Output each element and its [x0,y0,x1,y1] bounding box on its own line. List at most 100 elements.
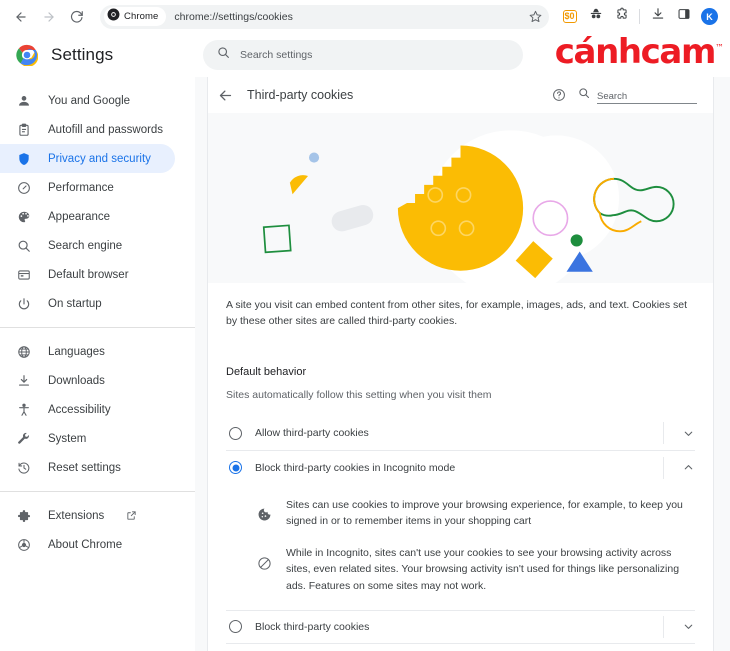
option-allow-third-party-cookies[interactable]: Allow third-party cookies [226,417,695,451]
sidebar-item-appearance[interactable]: Appearance [0,202,175,231]
sidebar-item-label: Search engine [48,239,123,252]
option-block-third-party-cookies-incognito[interactable]: Block third-party cookies in Incognito m… [226,451,695,485]
sidebar-item-accessibility[interactable]: Accessibility [0,395,175,424]
sidebar-item-label: Reset settings [48,461,121,474]
bookmark-star-icon[interactable] [525,7,545,27]
settings-header: Settings Search settings cánhcam™ [0,33,730,77]
magnifier-icon [16,238,32,254]
open-in-new-icon[interactable] [126,510,137,521]
sidebar-item-downloads[interactable]: Downloads [0,366,175,395]
radio-button[interactable] [229,461,242,475]
header-actions: Search [552,86,697,104]
detail-row-cookies: Sites can use cookies to improve your br… [256,489,695,538]
sidebar-item-label: On startup [48,297,102,310]
page-body: A site you visit can embed content from … [208,283,713,651]
download-icon [651,7,665,26]
avatar: K [701,8,718,25]
sidebar-item-on-startup[interactable]: On startup [0,289,175,318]
downloads-button[interactable] [645,4,670,29]
chrome-origin-chip[interactable]: Chrome [104,7,167,26]
incognito-icon [589,7,603,26]
money-extension-button[interactable]: $0 [557,4,582,29]
detail-text: Sites can use cookies to improve your br… [286,498,683,527]
search-icon [578,86,590,104]
chevron-up-icon[interactable] [663,456,695,479]
page-header: Third-party cookies Search [208,77,713,113]
cookie-illustration-svg [208,113,713,283]
cookie-illustration [208,113,713,283]
browser-toolbar: Chrome chrome://settings/cookies $0 K [0,0,730,33]
sidebar-item-label: You and Google [48,94,131,107]
sidebar-item-label: Performance [48,181,114,194]
sidebar-item-label: About Chrome [48,538,123,551]
sidebar-item-you-and-google[interactable]: You and Google [0,86,175,115]
incognito-button[interactable] [583,4,608,29]
option-label: Allow third-party cookies [255,427,369,440]
sidebar-item-label: Extensions [48,509,105,522]
sidebar-item-privacy-and-security[interactable]: Privacy and security [0,144,175,173]
settings-card: Third-party cookies Search A site you vi… [207,77,714,651]
sidebar-item-search-engine[interactable]: Search engine [0,231,175,260]
sidebar-item-about-chrome[interactable]: About Chrome [0,530,175,559]
watermark-tm: ™ [715,43,724,54]
address-bar[interactable]: Chrome chrome://settings/cookies [100,4,549,29]
sidebar-item-label: Default browser [48,268,129,281]
main-content: Third-party cookies Search A site you vi… [195,77,730,651]
option-label: Block third-party cookies in Incognito m… [255,461,456,474]
search-settings-input[interactable]: Search settings [203,40,523,70]
puzzle-piece-icon [615,7,629,26]
window-icon [16,267,32,283]
chrome-chip-label: Chrome [124,11,159,22]
search-settings-placeholder: Search settings [240,49,313,61]
reload-button[interactable] [64,4,90,30]
back-button[interactable] [8,4,34,30]
back-arrow-icon[interactable] [218,88,233,103]
extensions-button[interactable] [609,4,634,29]
option-details: Sites can use cookies to improve your br… [226,485,695,610]
default-behavior-subtitle: Sites automatically follow this setting … [226,388,492,401]
option-block-third-party-cookies[interactable]: Block third-party cookies [226,609,695,644]
palette-icon [16,209,32,225]
sidebar-item-reset-settings[interactable]: Reset settings [0,453,175,482]
forward-arrow-icon [42,10,56,24]
sidebar-item-extensions[interactable]: Extensions [0,501,175,530]
sidebar-item-performance[interactable]: Performance [0,173,175,202]
profile-button[interactable]: K [697,4,722,29]
sidebar-item-autofill-and-passwords[interactable]: Autofill and passwords [0,115,175,144]
radio-button[interactable] [229,426,242,440]
sidebar-item-label: Appearance [48,210,111,223]
wrench-icon [16,431,32,447]
chrome-logo-icon [107,8,120,26]
chevron-down-icon[interactable] [663,422,695,445]
page-search[interactable]: Search [578,86,697,104]
power-icon [16,296,32,312]
option-label: Block third-party cookies [255,620,370,633]
sidebar-divider [0,327,195,328]
sidebar-item-label: System [48,432,87,445]
sidebar-item-languages[interactable]: Languages [0,337,175,366]
shield-icon [16,151,32,167]
page-title: Settings [51,45,114,64]
side-panel-button[interactable] [671,4,696,29]
sidebar: You and Google Autofill and passwords Pr… [0,77,195,651]
search-icon [217,46,230,64]
intro-text: A site you visit can embed content from … [226,299,688,328]
sidebar-item-label: Accessibility [48,403,111,416]
sidebar-item-label: Languages [48,345,105,358]
money-extension-icon: $0 [562,10,577,23]
block-circle-icon [256,555,272,571]
radio-button[interactable] [229,620,242,634]
accessibility-icon [16,402,32,418]
sidebar-item-label: Privacy and security [48,152,151,165]
page-heading: Third-party cookies [247,88,354,102]
sidebar-item-system[interactable]: System [0,424,175,453]
page-search-input[interactable]: Search [597,91,697,104]
sidebar-item-default-browser[interactable]: Default browser [0,260,175,289]
chrome-outline-icon [16,537,32,553]
person-icon [16,93,32,109]
forward-button[interactable] [36,4,62,30]
globe-icon [16,344,32,360]
chevron-down-icon[interactable] [663,615,695,638]
detail-row-incognito: While in Incognito, sites can't use your… [256,537,695,602]
help-circle-icon[interactable] [552,88,566,102]
